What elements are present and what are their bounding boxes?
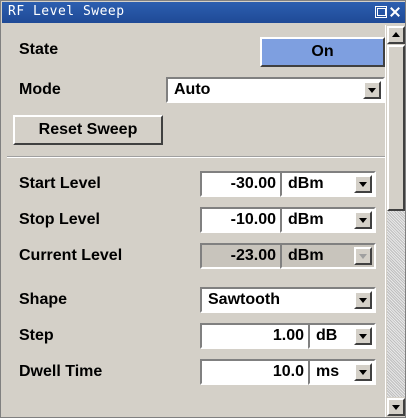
- stop-level-unit-select[interactable]: dBm: [280, 207, 376, 233]
- stop-level-input[interactable]: -10.00: [200, 207, 284, 233]
- current-level-unit-select: dBm: [280, 243, 376, 269]
- chevron-down-icon[interactable]: [354, 211, 372, 229]
- dwell-time-label: Dwell Time: [19, 363, 103, 380]
- scroll-up-icon[interactable]: [387, 26, 405, 44]
- current-level-unit: dBm: [288, 247, 324, 264]
- divider: [7, 156, 385, 158]
- chevron-down-icon: [354, 247, 372, 265]
- dwell-time-input[interactable]: 10.0: [200, 359, 312, 385]
- dwell-time-unit-select[interactable]: ms: [308, 359, 376, 385]
- reset-sweep-button[interactable]: Reset Sweep: [13, 115, 163, 145]
- vertical-scrollbar[interactable]: [385, 25, 405, 417]
- step-unit: dB: [316, 327, 338, 344]
- restore-icon[interactable]: [375, 6, 387, 18]
- stop-level-label: Stop Level: [19, 211, 100, 228]
- mode-value: Auto: [174, 81, 211, 98]
- rf-level-sweep-window: RF Level Sweep State On Mode Auto Reset …: [0, 0, 406, 418]
- current-level-display: -23.00: [200, 243, 284, 269]
- chevron-down-icon[interactable]: [354, 327, 372, 345]
- title-bar[interactable]: RF Level Sweep: [2, 2, 405, 23]
- step-unit-select[interactable]: dB: [308, 323, 376, 349]
- title-buttons: [375, 6, 401, 18]
- scroll-down-icon[interactable]: [387, 398, 405, 416]
- stop-level-unit: dBm: [288, 211, 324, 228]
- scrollbar-thumb[interactable]: [387, 45, 405, 211]
- step-input[interactable]: 1.00: [200, 323, 312, 349]
- scrollbar-track[interactable]: [387, 211, 405, 397]
- mode-select[interactable]: Auto: [166, 77, 385, 103]
- state-toggle-button[interactable]: On: [260, 37, 385, 67]
- start-level-label: Start Level: [19, 175, 101, 192]
- shape-value: Sawtooth: [208, 291, 280, 308]
- current-level-label: Current Level: [19, 247, 123, 264]
- settings-panel: State On Mode Auto Reset Sweep Start Lev…: [7, 25, 385, 417]
- dwell-time-unit: ms: [316, 363, 340, 380]
- start-level-input[interactable]: -30.00: [200, 171, 284, 197]
- window-title: RF Level Sweep: [8, 4, 125, 19]
- shape-select[interactable]: Sawtooth: [200, 287, 376, 313]
- shape-label: Shape: [19, 291, 68, 308]
- start-level-unit-select[interactable]: dBm: [280, 171, 376, 197]
- chevron-down-icon[interactable]: [354, 291, 372, 309]
- chevron-down-icon[interactable]: [354, 175, 372, 193]
- start-level-unit: dBm: [288, 175, 324, 192]
- chevron-down-icon[interactable]: [354, 363, 372, 381]
- close-icon[interactable]: [389, 6, 401, 18]
- mode-label: Mode: [19, 81, 61, 98]
- step-label: Step: [19, 327, 54, 344]
- chevron-down-icon[interactable]: [363, 81, 381, 99]
- state-label: State: [19, 41, 59, 58]
